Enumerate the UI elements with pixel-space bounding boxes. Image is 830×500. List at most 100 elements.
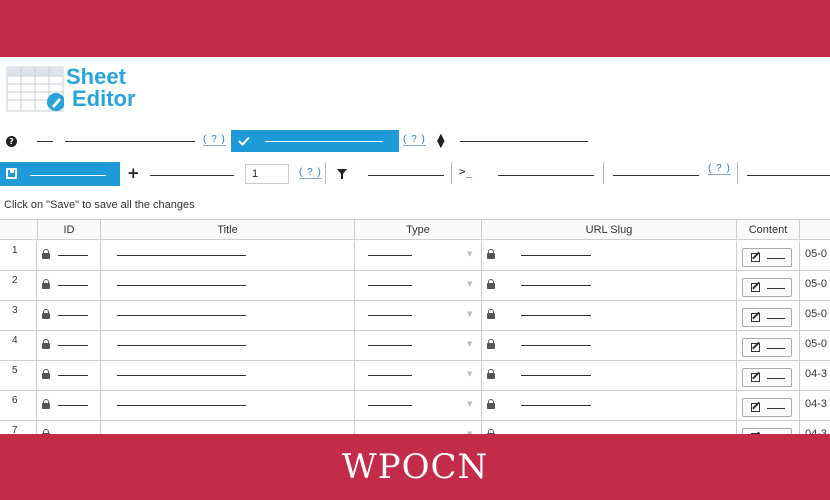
lock-icon: [42, 369, 50, 379]
help-link[interactable]: ( ? ): [299, 167, 322, 179]
cell-divider: [100, 361, 101, 391]
primary-action-button[interactable]: [231, 130, 399, 152]
column-header-url-slug[interactable]: URL Slug: [482, 220, 737, 240]
table-row[interactable]: 2 ▼ 05-0: [0, 271, 830, 301]
date-cell[interactable]: 05-0: [805, 248, 827, 260]
date-cell[interactable]: 04-3: [805, 368, 827, 380]
title-cell[interactable]: [117, 315, 246, 316]
url-slug-cell[interactable]: [521, 255, 591, 256]
watermark-text: WPOCN: [341, 447, 489, 487]
table-row[interactable]: 5 ▼ 04-3: [0, 361, 830, 391]
url-slug-cell[interactable]: [521, 345, 591, 346]
dropdown-caret-icon[interactable]: ▼: [467, 370, 472, 378]
save-button[interactable]: [0, 162, 120, 186]
type-cell[interactable]: [368, 255, 412, 256]
title-cell[interactable]: [117, 405, 246, 406]
dropdown-caret-icon[interactable]: ▼: [467, 310, 472, 318]
id-cell[interactable]: [58, 405, 88, 406]
column-header-id[interactable]: ID: [38, 220, 101, 240]
cell-divider: [354, 241, 355, 271]
date-cell[interactable]: 05-0: [805, 308, 827, 320]
cell-divider: [736, 421, 737, 434]
dropdown-caret-icon[interactable]: ▼: [467, 400, 472, 408]
column-header-date[interactable]: [800, 220, 830, 240]
id-cell[interactable]: [58, 285, 88, 286]
type-cell[interactable]: [368, 345, 412, 346]
table-row[interactable]: 4 ▼ 05-0: [0, 331, 830, 361]
sort-icon[interactable]: ▲ ▼: [437, 133, 445, 150]
terminal-icon[interactable]: >_: [459, 165, 472, 178]
type-cell[interactable]: [368, 285, 412, 286]
column-header-title[interactable]: Title: [101, 220, 355, 240]
filter-icon[interactable]: [337, 169, 347, 179]
redacted-edit-label: [767, 288, 785, 289]
save-icon: [6, 168, 17, 179]
divider: [737, 162, 738, 184]
plus-icon[interactable]: +: [127, 164, 140, 182]
help-link[interactable]: ( ? ): [203, 134, 226, 146]
redacted-filter-label[interactable]: [368, 175, 444, 176]
edit-content-button[interactable]: [742, 248, 792, 267]
row-number: 2: [0, 271, 37, 301]
dropdown-caret-icon[interactable]: ▼: [467, 340, 472, 348]
rows-quantity-input[interactable]: 1: [245, 164, 289, 184]
table-row[interactable]: 1 ▼ 05-0: [0, 241, 830, 271]
id-cell[interactable]: [58, 345, 88, 346]
lock-icon: [487, 399, 495, 409]
help-link[interactable]: ( ? ): [403, 134, 426, 146]
date-cell[interactable]: 05-0: [805, 278, 827, 290]
url-slug-cell[interactable]: [521, 405, 591, 406]
cell-divider: [481, 271, 482, 301]
help-icon[interactable]: ?: [6, 136, 17, 147]
edit-icon: [751, 343, 760, 352]
title-cell[interactable]: [117, 285, 246, 286]
lock-icon: [487, 309, 495, 319]
divider: [325, 162, 326, 184]
edit-content-button[interactable]: [742, 338, 792, 357]
dropdown-caret-icon[interactable]: ▼: [467, 250, 472, 258]
redacted-link[interactable]: [65, 141, 195, 142]
date-cell[interactable]: 04-3: [805, 398, 827, 410]
cell-divider: [736, 361, 737, 391]
table-row[interactable]: 6 ▼ 04-3: [0, 391, 830, 421]
redacted-sort-label[interactable]: [460, 141, 588, 142]
type-cell[interactable]: [368, 315, 412, 316]
url-slug-cell[interactable]: [521, 285, 591, 286]
cell-divider: [736, 391, 737, 421]
url-slug-cell[interactable]: [521, 315, 591, 316]
title-cell[interactable]: [117, 375, 246, 376]
cell-divider: [354, 331, 355, 361]
type-cell[interactable]: [368, 405, 412, 406]
type-cell[interactable]: [368, 375, 412, 376]
dropdown-caret-icon[interactable]: ▼: [467, 280, 472, 288]
cell-divider: [354, 391, 355, 421]
table-row[interactable]: 7 ▼ 04-3: [0, 421, 830, 434]
column-header-type[interactable]: Type: [355, 220, 482, 240]
table-row[interactable]: 3 ▼ 05-0: [0, 301, 830, 331]
row-number-header: [0, 220, 38, 240]
redacted-tool-label[interactable]: [613, 175, 699, 176]
redacted-edit-label: [767, 318, 785, 319]
cell-divider: [799, 391, 800, 421]
cell-divider: [100, 301, 101, 331]
redacted-formula-label[interactable]: [498, 175, 594, 176]
edit-content-button[interactable]: [742, 398, 792, 417]
toolbar-row-2: + 1 ( ? ) >_ ( ? ): [0, 160, 830, 188]
cell-divider: [354, 421, 355, 434]
id-cell[interactable]: [58, 375, 88, 376]
title-cell[interactable]: [117, 345, 246, 346]
screenshot-frame: Sheet Editor ? ( ? ) ( ? ) ▲▼ + 1 ( ? ): [0, 0, 830, 500]
url-slug-cell[interactable]: [521, 375, 591, 376]
edit-content-button[interactable]: [742, 368, 792, 387]
date-cell[interactable]: 05-0: [805, 338, 827, 350]
cell-divider: [100, 421, 101, 434]
redacted-tool-label[interactable]: [747, 175, 830, 176]
title-cell[interactable]: [117, 255, 246, 256]
edit-content-button[interactable]: [742, 278, 792, 297]
edit-content-button[interactable]: [742, 308, 792, 327]
help-link[interactable]: ( ? ): [708, 163, 731, 175]
divider: [451, 162, 452, 184]
id-cell[interactable]: [58, 255, 88, 256]
column-header-content[interactable]: Content: [737, 220, 800, 240]
id-cell[interactable]: [58, 315, 88, 316]
